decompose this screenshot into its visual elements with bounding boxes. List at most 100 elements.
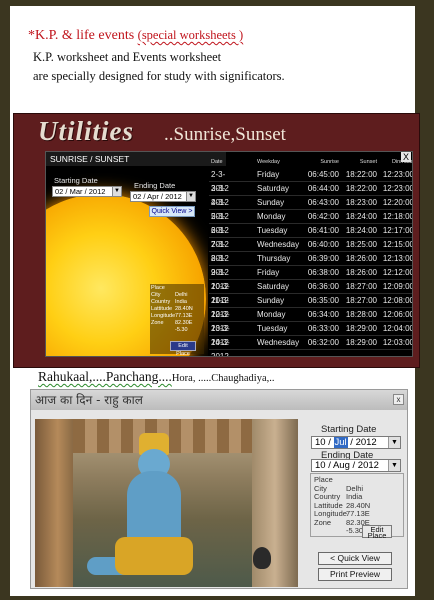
cell-sunset: 18:26:00 — [345, 254, 377, 263]
cell-sunrise: 06:32:00 — [307, 338, 339, 347]
cell-sunset: 18:27:00 — [345, 296, 377, 305]
cell-sunrise: 06:43:00 — [307, 198, 339, 207]
edit-place-button[interactable]: Edit Place — [170, 341, 196, 356]
place-row: City Delhi — [151, 292, 188, 298]
cell-dinmaan: 12:06:00 — [382, 310, 413, 319]
cell-dinmaan: 12:17:00 — [382, 226, 413, 235]
ending-date-value: 10 / Aug / 2012 — [315, 460, 379, 471]
cell-date: 11-3-2012 — [211, 296, 230, 319]
cell-sunrise: 06:42:00 — [307, 212, 339, 221]
cell-date: 6-3-2012 — [211, 226, 229, 249]
cell-dinmaan: 12:20:00 — [382, 198, 413, 207]
quick-view-button[interactable]: < Quick View — [318, 552, 392, 565]
rahukaal-window: आज का दिन - राहु काल x Starting Date 10 … — [30, 389, 408, 589]
table-row: 8-3-2012 Thursday 06:39:00 18:26:00 12:13:00 — [209, 252, 413, 277]
cell-weekday: Monday — [257, 310, 286, 319]
utilities-panel: Utilities ..Sunrise,Sunset SUNRISE / SUN… — [13, 113, 420, 368]
cell-date: 12-3-2012 — [211, 310, 230, 333]
rahukaal-caption: Rahukaal,....Panchang....Hora, .....Chau… — [38, 369, 275, 385]
table-body: 2-3-2012 Friday 06:45:00 18:22:00 12:23:00 3-… — [209, 168, 413, 356]
cell-date: 10-3-2012 — [211, 282, 230, 305]
starting-date-label: Starting Date — [321, 424, 377, 435]
rahukaal-part-2: Hora, — [171, 373, 196, 384]
table-row: 14-3-2012 Wednesday 06:32:00 18:29:00 12:03:… — [209, 336, 413, 356]
starting-date-value: 02 / Mar / 2012 — [55, 187, 106, 196]
cell-sunrise: 06:41:00 — [307, 226, 339, 235]
cell-sunrise: 06:44:00 — [307, 184, 339, 193]
starting-date-combo[interactable]: 02 / Mar / 2012 ▼ — [52, 186, 122, 197]
cell-weekday: Sunday — [257, 296, 285, 305]
chevron-down-icon[interactable]: ▼ — [112, 187, 121, 196]
intro-line-1: K.P. worksheet and Events worksheet — [33, 50, 222, 64]
close-icon[interactable]: x — [393, 394, 404, 405]
place-row: Lattitude 28.40N — [151, 306, 193, 312]
start-month-selected[interactable]: Jul — [333, 437, 348, 448]
cell-dinmaan: 12:12:00 — [382, 268, 413, 277]
cell-dinmaan: 12:04:00 — [382, 324, 413, 333]
intro-title: *K.P. & life events (special worksheets … — [28, 28, 243, 44]
place-row: Zone 82.30E — [151, 320, 193, 326]
cell-sunset: 18:22:00 — [345, 184, 377, 193]
cell-weekday: Sunday — [257, 198, 285, 207]
cell-sunset: 18:28:00 — [345, 310, 377, 319]
temple-pillar-left — [35, 419, 73, 587]
table-row: 10-3-2012 Saturday 06:36:00 18:27:00 12:09:0… — [209, 280, 413, 305]
cell-weekday: Saturday — [257, 184, 290, 193]
table-row: 7-3-2012 Wednesday 06:40:00 18:25:00 12:15:0… — [209, 238, 413, 263]
utilities-subheading: ..Sunrise,Sunset — [164, 124, 286, 145]
utilities-heading: Utilities — [38, 116, 134, 146]
col-sunrise: Sunrise — [320, 159, 339, 165]
ending-date-combo[interactable]: 02 / Apr / 2012 ▼ — [130, 191, 196, 202]
sunrise-window-title: SUNRISE / SUNSET — [46, 152, 226, 166]
cell-date: 2-3-2012 — [211, 170, 229, 193]
cell-weekday: Tuesday — [257, 324, 288, 333]
quick-view-button[interactable]: Quick View > — [149, 206, 195, 217]
rahukaal-part-3: .....Chaughadiya,.. — [195, 373, 275, 384]
print-preview-button[interactable]: Print Preview — [318, 568, 392, 581]
table-row: 2-3-2012 Friday 06:45:00 18:22:00 12:23:00 — [209, 168, 412, 193]
edit-place-button[interactable]: Edit Place — [362, 525, 392, 539]
sunrise-sunset-window: SUNRISE / SUNSET X Starting Date 02 / Ma… — [45, 151, 413, 357]
cell-dinmaan: 12:15:00 — [382, 240, 413, 249]
ending-date-label: Ending Date — [134, 181, 176, 190]
cell-weekday: Friday — [257, 170, 280, 179]
table-row: 11-3-2012 Sunday 06:35:00 18:27:00 12:08:00 — [209, 294, 413, 319]
cell-dinmaan: 12:08:00 — [382, 296, 413, 305]
cell-sunset: 18:29:00 — [345, 338, 377, 347]
table-row: 9-3-2012 Friday 06:38:00 18:26:00 12:12:00 — [209, 266, 413, 291]
intro-line-2: are specially designed for study with si… — [33, 69, 285, 83]
bird-figure — [253, 547, 271, 569]
cell-dinmaan: 12:23:00 — [382, 184, 413, 193]
cell-sunrise: 06:33:00 — [307, 324, 339, 333]
rahukaal-window-title: आज का दिन - राहु काल — [31, 390, 407, 410]
cell-dinmaan: 12:03:00 — [382, 338, 413, 347]
table-row: 5-3-2012 Monday 06:42:00 18:24:00 12:18:00 — [209, 210, 413, 235]
cell-dinmaan: 12:09:00 — [382, 282, 413, 291]
place-row: -5.30 — [175, 327, 188, 333]
cell-sunrise: 06:35:00 — [307, 296, 339, 305]
chevron-down-icon[interactable]: ▼ — [388, 460, 400, 471]
starting-date-label: Starting Date — [54, 176, 98, 185]
cell-weekday: Tuesday — [257, 226, 288, 235]
cell-sunset: 18:25:00 — [345, 240, 377, 249]
col-dinmaan: Dinmaan — [391, 159, 413, 165]
table-row: 12-3-2012 Monday 06:34:00 18:28:00 12:06:00 — [209, 308, 413, 333]
cell-sunset: 18:22:00 — [345, 170, 377, 179]
cell-date: 5-3-2012 — [211, 212, 229, 235]
col-sunset: Sunset — [359, 159, 377, 165]
chevron-down-icon[interactable]: ▼ — [186, 192, 195, 201]
ending-date-combo[interactable]: 10 / Aug / 2012 ▼ — [311, 459, 401, 472]
cell-sunset: 18:24:00 — [345, 226, 377, 235]
table-header: Date Weekday Sunrise Sunset Dinmaan — [209, 156, 413, 168]
cell-weekday: Wednesday — [257, 338, 300, 347]
cell-date: 7-3-2012 — [211, 240, 229, 263]
chevron-down-icon[interactable]: ▼ — [388, 437, 400, 448]
cell-sunset: 18:24:00 — [345, 212, 377, 221]
table-row: 13-3-2012 Tuesday 06:33:00 18:29:00 12:04:00 — [209, 322, 413, 347]
starting-date-combo[interactable]: 10 / Jul / 2012 ▼ — [311, 436, 401, 449]
cell-date: 3-3-2012 — [211, 184, 229, 207]
cell-date: 9-3-2012 — [211, 268, 229, 291]
cell-dinmaan: 12:18:00 — [382, 212, 413, 221]
cell-dinmaan: 12:13:00 — [382, 254, 413, 263]
start-day: 10 / — [315, 437, 331, 448]
